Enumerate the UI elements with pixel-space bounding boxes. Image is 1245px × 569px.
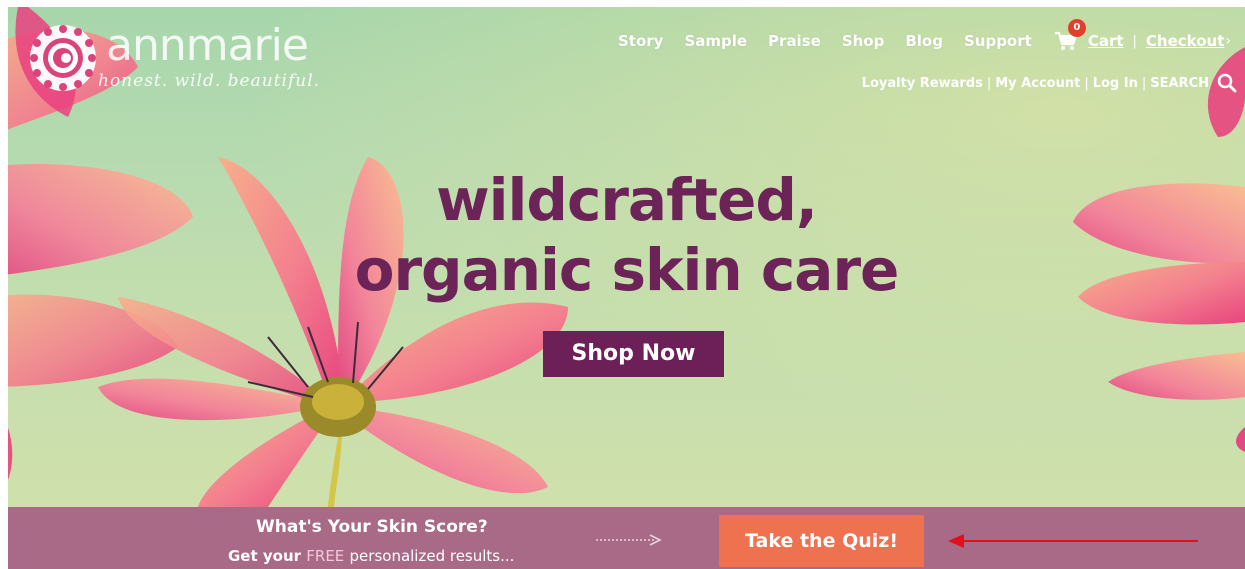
my-account-link[interactable]: My Account bbox=[995, 76, 1080, 91]
cart-count-badge: 0 bbox=[1067, 19, 1086, 37]
search-icon[interactable] bbox=[1217, 73, 1237, 93]
logo[interactable]: annmarie honest. wild. beautiful. bbox=[28, 17, 348, 97]
top-nav: Story Sample Praise Shop Blog Support 0 … bbox=[597, 19, 1231, 51]
skin-score-banner: What's Your Skin Score? Get your FREE pe… bbox=[8, 507, 1245, 569]
brand-wordmark: annmarie bbox=[106, 20, 309, 71]
nav-story[interactable]: Story bbox=[618, 32, 663, 50]
shop-now-button[interactable]: Shop Now bbox=[543, 331, 724, 377]
subnav-separator: | bbox=[1141, 75, 1147, 91]
quiz-subtitle: Get your FREE personalized results... bbox=[228, 547, 514, 565]
quiz-title: What's Your Skin Score? bbox=[256, 517, 488, 537]
headline-line-2: organic skin care bbox=[354, 236, 900, 304]
quiz-subtitle-prefix: Get your bbox=[228, 547, 302, 565]
headline-line-1: wildcrafted, bbox=[436, 166, 818, 234]
nav-praise[interactable]: Praise bbox=[768, 32, 821, 50]
quiz-subtitle-rest: personalized results... bbox=[349, 547, 515, 565]
subnav-separator: | bbox=[986, 75, 992, 91]
nav-shop[interactable]: Shop bbox=[842, 32, 885, 50]
red-arrow-icon bbox=[948, 534, 1198, 548]
cart-link[interactable]: Cart bbox=[1088, 32, 1124, 50]
account-nav: Loyalty Rewards | My Account | Log In | … bbox=[862, 73, 1237, 93]
loyalty-rewards-link[interactable]: Loyalty Rewards bbox=[862, 76, 983, 91]
page-frame: annmarie honest. wild. beautiful. Story … bbox=[8, 7, 1245, 569]
hero-headline: wildcrafted, organic skin care bbox=[8, 165, 1245, 305]
checkout-link[interactable]: Checkout bbox=[1146, 32, 1224, 50]
hero-banner: annmarie honest. wild. beautiful. Story … bbox=[8, 7, 1245, 507]
brand-tagline: honest. wild. beautiful. bbox=[98, 71, 321, 91]
log-in-link[interactable]: Log In bbox=[1093, 76, 1138, 91]
cart[interactable]: 0 Cart bbox=[1054, 19, 1124, 51]
nav-support[interactable]: Support bbox=[964, 32, 1032, 50]
search-link[interactable]: SEARCH bbox=[1150, 76, 1209, 91]
spiral-flower-logo-icon bbox=[30, 25, 96, 91]
dotted-arrow-icon bbox=[596, 534, 662, 546]
subnav-separator: | bbox=[1084, 75, 1089, 91]
quiz-subtitle-free: FREE bbox=[306, 547, 345, 565]
take-quiz-button[interactable]: Take the Quiz! bbox=[719, 515, 924, 567]
nav-separator: | bbox=[1132, 33, 1137, 49]
chevron-right-icon: › bbox=[1225, 33, 1231, 49]
nav-sample[interactable]: Sample bbox=[684, 32, 747, 50]
nav-blog[interactable]: Blog bbox=[905, 32, 943, 50]
